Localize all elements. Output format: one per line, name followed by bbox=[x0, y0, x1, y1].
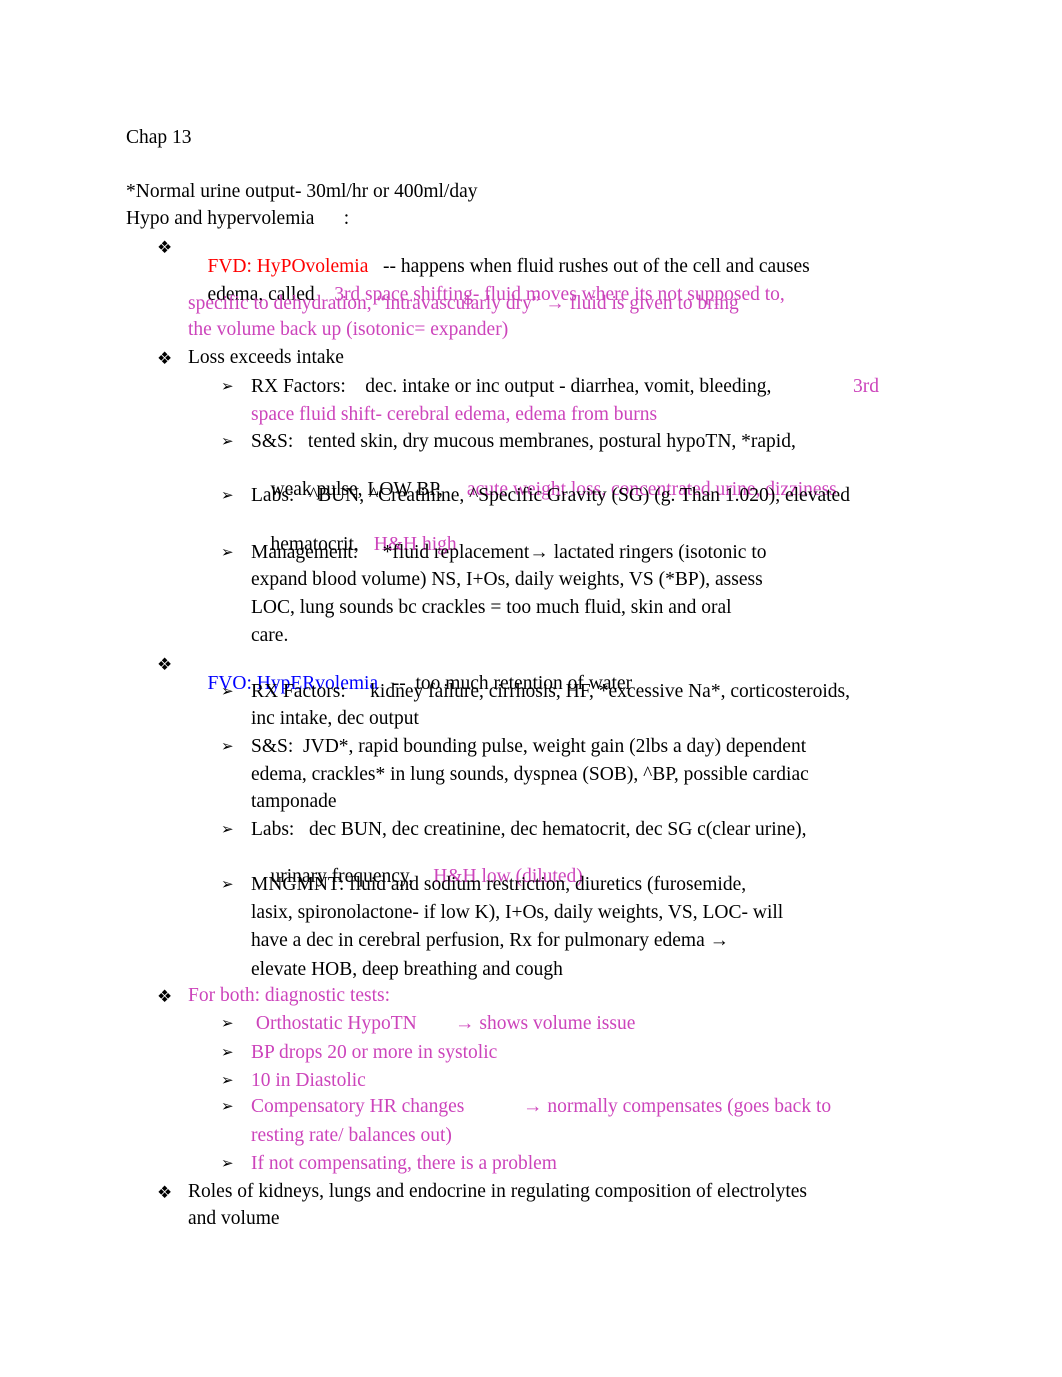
arrow-bullet-icon: ➢ bbox=[221, 739, 234, 755]
roles-line-2: and volume bbox=[188, 1208, 280, 1229]
loss-ss-1: S&S: tented skin, dry mucous membranes, … bbox=[251, 431, 796, 452]
diamond-bullet-icon: ❖ bbox=[157, 349, 173, 368]
loss-mgmt-3: LOC, lung sounds bc crackles = too much … bbox=[251, 597, 732, 618]
loss-rx-1: RX Factors: dec. intake or inc output - … bbox=[251, 376, 772, 397]
arrow-bullet-icon: ➢ bbox=[221, 684, 234, 700]
arrow-bullet-icon: ➢ bbox=[221, 1016, 234, 1032]
loss-title: Loss exceeds intake bbox=[188, 347, 344, 368]
document-page: Chap 13 *Normal urine output- 30ml/hr or… bbox=[0, 0, 1062, 1377]
diamond-bullet-icon: ❖ bbox=[157, 238, 173, 257]
both-item-4-b: → normally compensates (goes back to bbox=[523, 1096, 832, 1117]
loss-mgmt-4: care. bbox=[251, 625, 289, 646]
diamond-bullet-icon: ❖ bbox=[157, 1183, 173, 1202]
chapter-heading: Chap 13 bbox=[126, 127, 192, 148]
fvo-mgmt-2: lasix, spironolactone- if low K), I+Os, … bbox=[251, 902, 784, 923]
roles-line-1: Roles of kidneys, lungs and endocrine in… bbox=[188, 1181, 807, 1202]
fvo-rx-2: inc intake, dec output bbox=[251, 708, 419, 729]
fvo-rx-1: RX Factors: kidney failure, cirrhosis, H… bbox=[251, 681, 851, 702]
arrow-bullet-icon: ➢ bbox=[221, 1099, 234, 1115]
arrow-bullet-icon: ➢ bbox=[221, 822, 234, 838]
both-item-1: Orthostatic HypoTN bbox=[251, 1013, 417, 1034]
fvo-mgmt-1: MNGMNT: fluid and sodium restriction, di… bbox=[251, 874, 747, 895]
fvo-labs-1: Labs: dec BUN, dec creatinine, dec hemat… bbox=[251, 819, 807, 840]
both-item-4: Compensatory HR changes bbox=[251, 1096, 465, 1117]
topic-line: Hypo and hypervolemia : bbox=[126, 208, 350, 229]
arrow-bullet-icon: ➢ bbox=[221, 434, 234, 450]
arrow-bullet-icon: ➢ bbox=[221, 379, 234, 395]
both-title: For both: diagnostic tests: bbox=[188, 985, 391, 1006]
fvo-mgmt-4: elevate HOB, deep breathing and cough bbox=[251, 959, 563, 980]
both-item-4-c: resting rate/ balances out) bbox=[251, 1125, 452, 1146]
fvo-ss-1: S&S: JVD*, rapid bounding pulse, weight … bbox=[251, 736, 807, 757]
arrow-bullet-icon: ➢ bbox=[221, 877, 234, 893]
arrow-bullet-icon: ➢ bbox=[221, 545, 234, 561]
loss-mgmt-2: expand blood volume) NS, I+Os, daily wei… bbox=[251, 569, 763, 590]
fvo-ss-3: tamponade bbox=[251, 791, 337, 812]
loss-rx-2: space fluid shift- cerebral edema, edema… bbox=[251, 404, 658, 425]
arrow-bullet-icon: ➢ bbox=[221, 1045, 234, 1061]
fvo-mgmt-3: have a dec in cerebral perfusion, Rx for… bbox=[251, 930, 730, 951]
loss-labs-1: Labs: ^BUN, ^Creatinine, ^Specific Gravi… bbox=[251, 485, 850, 506]
both-item-1-b: → shows volume issue bbox=[455, 1013, 636, 1034]
fvd-desc-3: specific to dehydration, “intravascularl… bbox=[188, 293, 739, 314]
arrow-bullet-icon: ➢ bbox=[221, 488, 234, 504]
arrow-bullet-icon: ➢ bbox=[221, 1156, 234, 1172]
urine-output-note: *Normal urine output- 30ml/hr or 400ml/d… bbox=[126, 181, 478, 202]
both-item-2: BP drops 20 or more in systolic bbox=[251, 1042, 498, 1063]
fvo-ss-2: edema, crackles* in lung sounds, dyspnea… bbox=[251, 764, 809, 785]
loss-rx-1-pink: 3rd bbox=[853, 376, 879, 397]
arrow-bullet-icon: ➢ bbox=[221, 1073, 234, 1089]
diamond-bullet-icon: ❖ bbox=[157, 655, 173, 674]
diamond-bullet-icon: ❖ bbox=[157, 987, 173, 1006]
both-item-5: If not compensating, there is a problem bbox=[251, 1153, 557, 1174]
fvd-desc-4: the volume back up (isotonic= expander) bbox=[188, 319, 509, 340]
both-item-3: 10 in Diastolic bbox=[251, 1070, 366, 1091]
loss-mgmt-1: Management: *fluid replacement→ lactated… bbox=[251, 542, 767, 563]
